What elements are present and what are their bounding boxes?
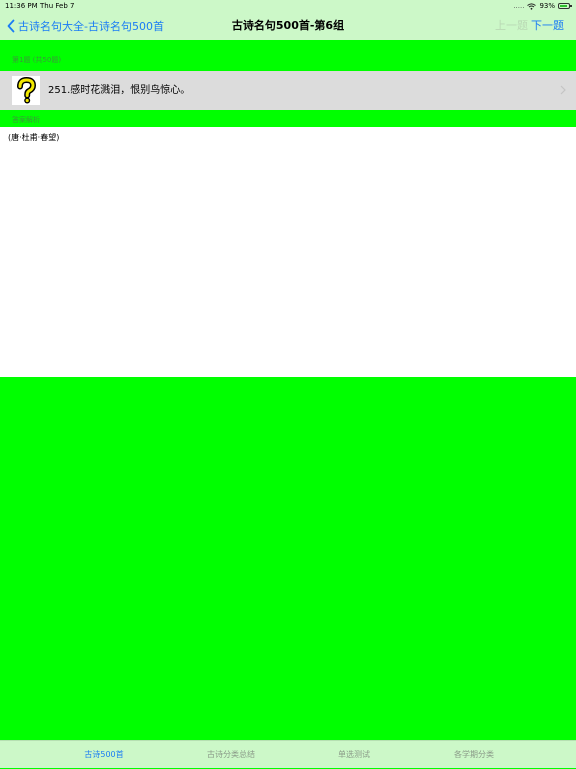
tab-poems-500[interactable]: 古诗500首 [54, 741, 154, 769]
next-question-button[interactable]: 下一题 [531, 12, 564, 40]
status-indicators: ..... 93% [513, 0, 572, 12]
battery-icon [558, 3, 572, 9]
question-mark-icon [12, 76, 40, 105]
wifi-icon [527, 2, 537, 10]
signal-icon: ..... [513, 2, 525, 10]
tab-semester-category[interactable]: 各学期分类 [424, 741, 524, 769]
question-section-header: 第1题 (共50题) [12, 56, 62, 64]
answer-panel: (唐·杜甫·春望) [0, 127, 576, 377]
answer-section-header: 答案解析 [12, 116, 40, 124]
chevron-left-icon [7, 19, 15, 33]
battery-percent: 93% [539, 2, 555, 10]
question-row[interactable]: 251.感时花溅泪，恨别鸟惊心。 [0, 71, 576, 110]
chevron-right-icon [560, 85, 566, 95]
status-bar: 11:36 PM Thu Feb 7 ..... 93% [0, 0, 576, 12]
tab-bar: 古诗500首 古诗分类总结 单选测试 各学期分类 [0, 740, 576, 768]
back-button[interactable]: 古诗名句大全-古诗名句500首 [6, 12, 164, 40]
back-button-label: 古诗名句大全-古诗名句500首 [18, 20, 164, 33]
tab-single-choice-test[interactable]: 单选测试 [304, 741, 404, 769]
status-date: Thu Feb 7 [40, 2, 75, 10]
status-time: 11:36 PM [5, 2, 38, 10]
navigation-bar: 古诗名句大全-古诗名句500首 古诗名句500首-第6组 上一题 下一题 [0, 12, 576, 40]
tab-category-summary[interactable]: 古诗分类总结 [181, 741, 281, 769]
question-text: 251.感时花溅泪，恨别鸟惊心。 [48, 85, 191, 96]
answer-text: (唐·杜甫·春望) [8, 133, 60, 142]
previous-question-button[interactable]: 上一题 [495, 12, 528, 40]
